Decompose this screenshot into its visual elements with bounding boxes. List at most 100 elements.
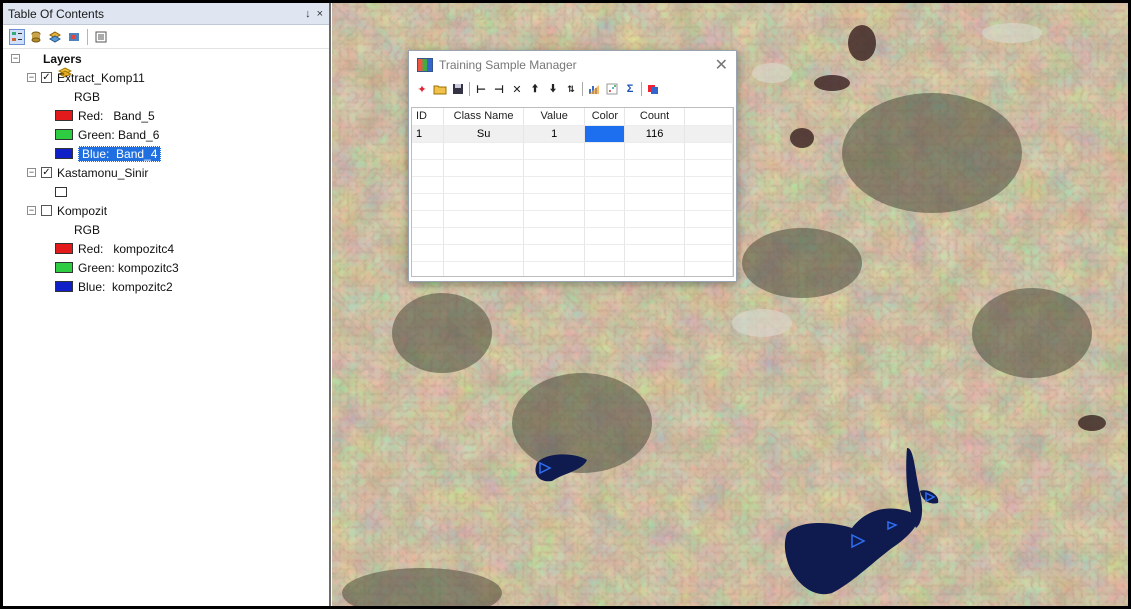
rgb-label: RGB — [74, 220, 100, 239]
green-swatch — [55, 129, 73, 140]
app-icon — [417, 58, 433, 72]
empty-row — [412, 210, 733, 228]
reset-class-values-icon[interactable]: ⇅ — [564, 82, 578, 96]
rgb-text: RGB — [74, 222, 101, 237]
polygon-symbol[interactable] — [55, 182, 67, 201]
layer-name: Kompozit — [57, 203, 108, 218]
band-label: Green: Band_6 — [78, 127, 160, 142]
toc-header: Table Of Contents ↓ × — [3, 3, 329, 25]
training-sample-manager-dialog: Training Sample Manager ✕ ✦ ⊢ ⊣ ✕ 🠩 🠫 ⇅ — [408, 50, 737, 282]
training-samples-table: ID Class Name Value Color Count 1 Su 1 1… — [412, 108, 733, 276]
band-label: Red: kompozitc4 — [78, 241, 175, 256]
dialog-toolbar: ✦ ⊢ ⊣ ✕ 🠩 🠫 ⇅ Σ — [409, 79, 736, 99]
histogram-icon[interactable] — [587, 82, 601, 96]
empty-row — [412, 142, 733, 160]
dialog-titlebar[interactable]: Training Sample Manager ✕ — [409, 51, 736, 79]
band-blue-selected[interactable]: Blue: Band_4 — [55, 144, 162, 163]
list-by-source-icon[interactable] — [28, 29, 44, 45]
table-row[interactable]: 1 Su 1 116 — [412, 125, 733, 143]
collapse-icon[interactable]: − — [11, 54, 20, 63]
layer-kompozit[interactable]: − Kompozit — [27, 201, 107, 220]
training-samples-grid: ID Class Name Value Color Count 1 Su 1 1… — [411, 107, 734, 277]
green-swatch — [55, 262, 73, 273]
band-label: Red: Band_5 — [78, 108, 155, 123]
layer-name: Extract_Komp11 — [57, 70, 145, 85]
band-red[interactable]: Red: kompozitc4 — [55, 239, 174, 258]
empty-row — [412, 176, 733, 194]
column-header-color[interactable]: Color — [584, 108, 626, 126]
pin-icon[interactable]: ↓ — [305, 8, 311, 20]
dialog-title: Training Sample Manager — [439, 58, 577, 72]
column-header-class-name[interactable]: Class Name — [443, 108, 524, 126]
empty-row — [412, 159, 733, 177]
column-header-count[interactable]: Count — [624, 108, 685, 126]
collapse-icon[interactable]: − — [27, 206, 36, 215]
empty-row — [412, 193, 733, 211]
delete-icon[interactable]: ✕ — [510, 82, 524, 96]
band-label: Green: kompozitc3 — [78, 260, 179, 275]
cell-color[interactable] — [584, 125, 626, 143]
split-icon[interactable]: ⊣ — [492, 82, 506, 96]
toolbar-separator — [87, 28, 88, 45]
open-folder-icon[interactable] — [433, 82, 447, 96]
red-swatch — [55, 110, 73, 121]
merge-icon[interactable]: ⊢ — [474, 82, 488, 96]
toolbar-separator — [641, 82, 642, 96]
toc-close-icon[interactable]: × — [317, 8, 323, 20]
toolbar-separator — [582, 82, 583, 96]
move-up-icon[interactable]: 🠩 — [528, 82, 542, 96]
column-header-value[interactable]: Value — [523, 108, 586, 126]
cell-value[interactable]: 1 — [523, 125, 586, 143]
options-icon[interactable] — [93, 29, 109, 45]
list-by-selection-icon[interactable] — [66, 29, 82, 45]
toc-toolbar — [3, 25, 329, 49]
save-icon[interactable] — [451, 82, 465, 96]
layer-kastamonu-sinir[interactable]: − ✓ Kastamonu_Sinir — [27, 163, 148, 182]
table-header-row: ID Class Name Value Color Count — [412, 108, 733, 126]
layers-root-label: Layers — [43, 51, 82, 66]
table-of-contents-panel: Table Of Contents ↓ × − Layers − ✓ Extra… — [3, 3, 331, 606]
empty-row — [412, 261, 733, 276]
close-button[interactable]: ✕ — [715, 55, 728, 75]
list-by-visibility-icon[interactable] — [47, 29, 63, 45]
new-training-sample-icon[interactable]: ✦ — [415, 82, 429, 96]
layer-tree: − Layers − ✓ Extract_Komp11 RGB Red: Ban… — [3, 49, 329, 294]
scatterplot-icon[interactable] — [605, 82, 619, 96]
red-swatch — [55, 243, 73, 254]
collapse-icon[interactable]: − — [27, 73, 36, 82]
cell-class-name[interactable]: Su — [443, 125, 524, 143]
cell-count: 116 — [624, 125, 685, 143]
move-down-icon[interactable]: 🠫 — [546, 82, 560, 96]
rgb-label: RGB — [74, 87, 100, 106]
layers-root[interactable]: − Layers — [11, 49, 82, 78]
column-header-id[interactable]: ID — [412, 108, 445, 126]
band-green[interactable]: Green: kompozitc3 — [55, 258, 179, 277]
band-label: Blue: kompozitc2 — [78, 279, 173, 294]
polygon-symbol-icon — [55, 186, 67, 197]
blue-swatch — [55, 281, 73, 292]
statistics-icon[interactable]: Σ — [623, 82, 637, 96]
cell-id[interactable]: 1 — [412, 125, 445, 143]
band-green[interactable]: Green: Band_6 — [55, 125, 159, 144]
layer-visibility-checkbox[interactable]: ✓ — [41, 167, 52, 178]
arcmap-window: Table Of Contents ↓ × − Layers − ✓ Extra… — [2, 2, 1129, 607]
band-red[interactable]: Red: Band_5 — [55, 106, 155, 125]
band-label: Blue: Band_4 — [78, 145, 162, 162]
layer-visibility-checkbox[interactable]: ✓ — [41, 72, 52, 83]
layers-icon — [25, 53, 73, 78]
rgb-text: RGB — [74, 89, 101, 104]
layer-visibility-checkbox[interactable] — [41, 205, 52, 216]
list-by-drawing-order-icon[interactable] — [9, 28, 25, 45]
collapse-icon[interactable]: − — [27, 168, 36, 177]
cell-empty — [684, 125, 733, 143]
layer-extract-komp11[interactable]: − ✓ Extract_Komp11 — [27, 68, 145, 87]
empty-row — [412, 244, 733, 262]
column-header-empty — [684, 108, 733, 126]
blue-swatch — [55, 148, 73, 159]
layer-name: Kastamonu_Sinir — [57, 165, 149, 180]
create-signature-file-icon[interactable] — [646, 82, 660, 96]
toolbar-separator — [469, 82, 470, 96]
band-blue[interactable]: Blue: kompozitc2 — [55, 277, 173, 296]
toc-title: Table Of Contents — [8, 6, 105, 21]
empty-row — [412, 227, 733, 245]
